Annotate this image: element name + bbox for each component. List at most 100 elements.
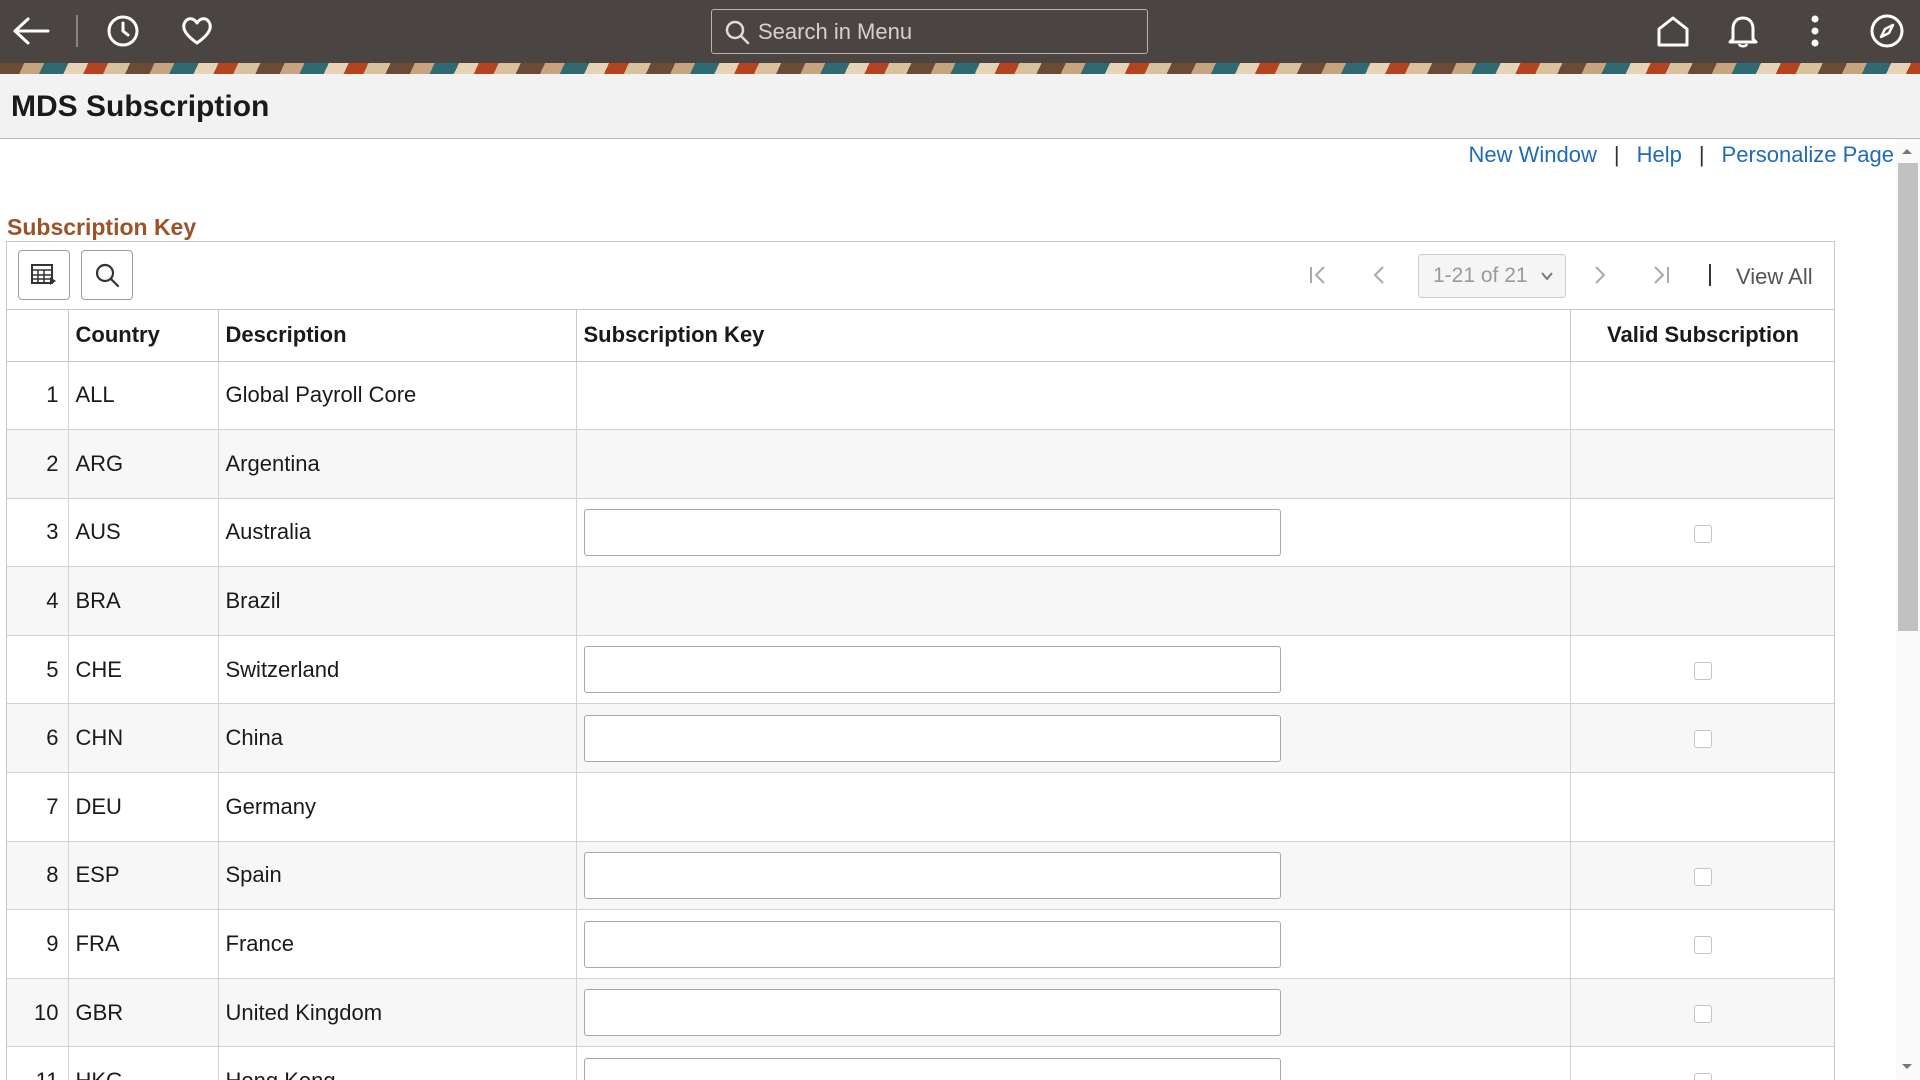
subscription-key-cell <box>576 841 1571 911</box>
subscription-key-cell <box>576 498 1571 568</box>
find-button[interactable] <box>81 250 133 300</box>
first-page-button[interactable] <box>1298 252 1338 298</box>
subscription-key-input[interactable] <box>583 1057 1281 1080</box>
last-page-icon <box>1654 266 1669 284</box>
table-row: 5 CHE Switzerland <box>7 635 1834 705</box>
valid-subscription-checkbox[interactable] <box>1694 867 1712 886</box>
subscription-table: Country Description Subscription Key Val… <box>7 310 1834 1080</box>
description-cell: Argentina <box>218 429 577 499</box>
subscription-key-input[interactable] <box>583 714 1281 762</box>
subscription-key-input[interactable] <box>583 920 1281 968</box>
toolbar-divider <box>1709 264 1711 286</box>
actions-kebab-icon[interactable] <box>1794 10 1836 52</box>
subscription-key-column-header[interactable]: Subscription Key <box>576 310 1571 362</box>
row-number: 4 <box>7 566 69 636</box>
description-cell: Global Payroll Core <box>218 361 577 431</box>
subscription-key-input[interactable] <box>583 989 1281 1037</box>
subscription-key-cell <box>576 703 1571 774</box>
navbar-compass-icon[interactable] <box>1866 10 1908 52</box>
valid-subscription-cell <box>1570 772 1834 842</box>
new-window-link[interactable]: New Window <box>1468 142 1596 168</box>
valid-subscription-cell <box>1570 909 1834 979</box>
row-number: 9 <box>7 909 69 979</box>
scrollbar-thumb[interactable] <box>1898 163 1918 631</box>
table-row: 6 CHN China <box>7 703 1834 774</box>
history-clock-icon[interactable] <box>102 10 144 52</box>
row-number: 10 <box>7 978 69 1048</box>
description-column-header[interactable]: Description <box>218 310 577 362</box>
subscription-key-cell <box>576 635 1571 705</box>
country-cell: ESP <box>68 841 219 911</box>
valid-subscription-checkbox[interactable] <box>1694 730 1712 749</box>
subscription-key-cell <box>576 566 1571 636</box>
topbar-divider <box>76 15 78 47</box>
description-cell: Hong Kong <box>218 1046 577 1080</box>
table-row: 11HKGHong Kong <box>7 1046 1834 1080</box>
valid-subscription-checkbox[interactable] <box>1694 524 1712 543</box>
subscription-key-cell <box>576 772 1571 842</box>
country-cell: AUS <box>68 498 219 568</box>
previous-page-icon <box>1373 266 1384 284</box>
link-separator: | <box>1613 142 1620 167</box>
favorites-heart-icon[interactable] <box>176 10 218 52</box>
row-number-header <box>7 310 69 362</box>
home-icon[interactable] <box>1652 10 1694 52</box>
table-row: 8 ESP Spain <box>7 841 1834 911</box>
description-cell: Switzerland <box>218 635 577 705</box>
valid-subscription-checkbox[interactable] <box>1694 1004 1712 1023</box>
table-row: 3 AUS Australia <box>7 498 1834 568</box>
table-body: 1 ALL Global Payroll Core 2 ARG Argentina 3 AUS… <box>7 361 1834 1080</box>
country-cell: HKG <box>68 1046 219 1080</box>
subscription-key-input[interactable] <box>583 646 1281 694</box>
search-menu-box[interactable] <box>711 9 1148 54</box>
subscription-key-cell <box>576 978 1571 1048</box>
section-title: Subscription Key <box>7 214 197 240</box>
find-icon <box>95 263 120 288</box>
subscription-key-input[interactable] <box>583 508 1281 556</box>
notification-bell-icon[interactable] <box>1722 10 1764 52</box>
personalize-grid-icon <box>31 264 56 285</box>
valid-subscription-cell <box>1570 635 1834 705</box>
previous-page-button[interactable] <box>1359 252 1399 298</box>
search-menu-input[interactable] <box>758 18 1118 45</box>
subscription-key-grid: 1-21 of 21 View All Country Description … <box>6 241 1835 1080</box>
scroll-down-arrow-icon[interactable] <box>1900 1062 1914 1072</box>
valid-subscription-cell <box>1570 1046 1834 1080</box>
next-page-icon <box>1595 266 1606 284</box>
table-row: 1 ALL Global Payroll Core <box>7 361 1834 431</box>
row-number: 11 <box>7 1046 69 1080</box>
subscription-key-cell <box>576 429 1571 499</box>
page-title-bar: MDS Subscription <box>0 74 1920 139</box>
chevron-down-icon <box>1541 272 1553 281</box>
country-cell: GBR <box>68 978 219 1048</box>
valid-subscription-checkbox[interactable] <box>1694 936 1712 955</box>
next-page-button[interactable] <box>1580 252 1620 298</box>
valid-subscription-cell <box>1570 429 1834 499</box>
subscription-key-cell <box>576 909 1571 979</box>
table-row: 2 ARG Argentina <box>7 429 1834 499</box>
country-cell: ARG <box>68 429 219 499</box>
last-page-button[interactable] <box>1641 252 1681 298</box>
subscription-key-input[interactable] <box>583 851 1281 899</box>
row-number: 3 <box>7 498 69 568</box>
help-link[interactable]: Help <box>1637 142 1682 168</box>
scroll-up-arrow-icon[interactable] <box>1900 146 1914 156</box>
valid-subscription-cell <box>1570 703 1834 774</box>
valid-subscription-checkbox[interactable] <box>1694 1073 1712 1080</box>
first-page-icon <box>1310 266 1325 284</box>
country-cell: BRA <box>68 566 219 636</box>
view-all-link[interactable]: View All <box>1736 264 1813 290</box>
personalize-grid-button[interactable] <box>18 250 70 300</box>
back-arrow-icon[interactable] <box>10 10 52 52</box>
valid-subscription-cell <box>1570 841 1834 911</box>
country-column-header[interactable]: Country <box>68 310 219 362</box>
description-cell: Brazil <box>218 566 577 636</box>
valid-subscription-checkbox[interactable] <box>1694 661 1712 680</box>
row-number: 5 <box>7 635 69 705</box>
country-cell: DEU <box>68 772 219 842</box>
valid-subscription-cell <box>1570 498 1834 568</box>
valid-subscription-column-header[interactable]: Valid Subscription <box>1570 310 1834 362</box>
page-range-select[interactable]: 1-21 of 21 <box>1418 254 1566 298</box>
description-cell: Australia <box>218 498 577 568</box>
personalize-page-link[interactable]: Personalize Page <box>1722 142 1894 168</box>
